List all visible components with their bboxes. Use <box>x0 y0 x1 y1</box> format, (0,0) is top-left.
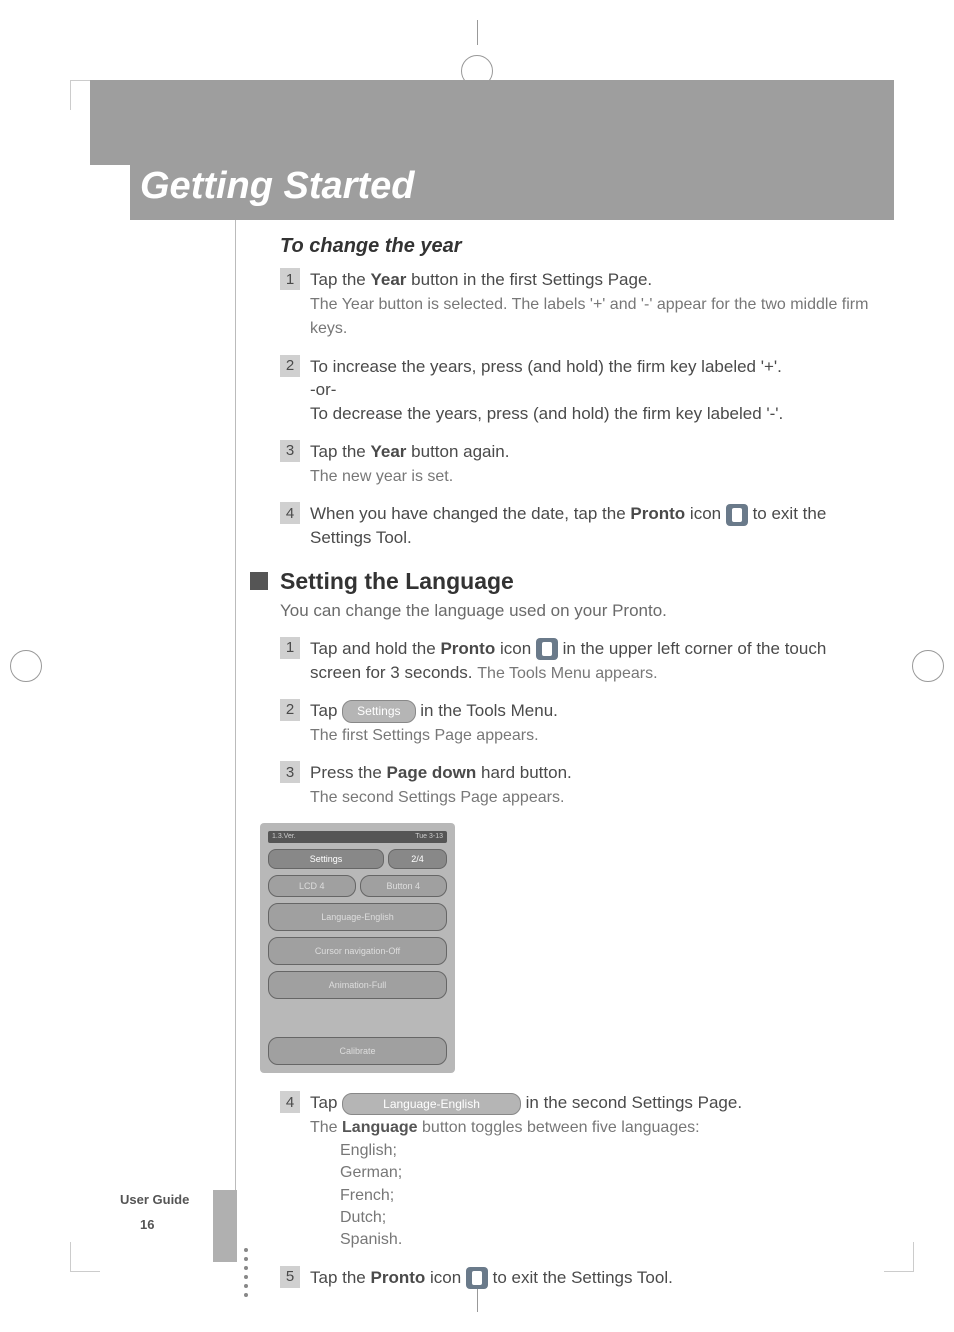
subheading-change-year: To change the year <box>280 235 874 258</box>
section-title: Setting the Language <box>280 568 514 595</box>
section-bullet <box>250 572 268 590</box>
step-body: Press the Page down hard button. The sec… <box>310 761 874 809</box>
step-4: 4 When you have changed the date, tap th… <box>280 502 874 550</box>
ss-btn-calibrate: Calibrate <box>268 1037 447 1065</box>
content-area: To change the year 1 Tap the Year button… <box>280 235 874 1303</box>
ss-tabs: Settings 2/4 <box>268 849 447 869</box>
language-button-inline: Language-English <box>342 1093 521 1116</box>
footer-band <box>213 1190 237 1262</box>
step-sub: The Year button is selected. The labels … <box>310 296 868 337</box>
settings-button-inline: Settings <box>342 700 415 723</box>
step-number: 1 <box>280 637 300 659</box>
step-number: 3 <box>280 761 300 783</box>
lang-step-4: 4 Tap Language-English in the second Set… <box>280 1091 874 1251</box>
header-band <box>90 80 894 165</box>
step-number: 5 <box>280 1266 300 1288</box>
crop-mark-top <box>447 20 507 80</box>
vertical-rule <box>235 220 236 1262</box>
crop-mark-left <box>0 636 60 696</box>
ss-header: 1.3.Ver. Tue 3-13 <box>268 831 447 843</box>
step-body: Tap and hold the Pronto icon in the uppe… <box>310 637 874 685</box>
pronto-icon <box>466 1267 488 1289</box>
crop-mark-right <box>894 636 954 696</box>
step-number: 1 <box>280 268 300 290</box>
step-sub: The Language button toggles between five… <box>310 1119 700 1136</box>
ss-tab-page: 2/4 <box>388 849 447 869</box>
step-number: 4 <box>280 502 300 524</box>
step-2: 2 To increase the years, press (and hold… <box>280 355 874 426</box>
lang-step-2: 2 Tap Settings in the Tools Menu. The fi… <box>280 699 874 747</box>
ss-btn-language: Language-English <box>268 903 447 931</box>
step-body: To increase the years, press (and hold) … <box>310 355 874 426</box>
ss-tab-settings: Settings <box>268 849 384 869</box>
settings-screenshot: 1.3.Ver. Tue 3-13 Settings 2/4 LCD 4 But… <box>260 823 455 1073</box>
lang-step-1: 1 Tap and hold the Pronto icon in the up… <box>280 637 874 685</box>
step-sub: The new year is set. <box>310 468 453 485</box>
corner-mark <box>70 1242 100 1272</box>
corner-mark <box>884 1242 914 1272</box>
step-body: When you have changed the date, tap the … <box>310 502 874 550</box>
chapter-title: Getting Started <box>130 155 894 220</box>
step-body: Tap Language-English in the second Setti… <box>310 1091 874 1251</box>
step-number: 4 <box>280 1091 300 1113</box>
step-sub: The first Settings Page appears. <box>310 727 539 744</box>
section-intro: You can change the language used on your… <box>280 601 874 621</box>
ss-btn-button: Button 4 <box>360 875 448 897</box>
step-sub: The second Settings Page appears. <box>310 789 564 806</box>
ss-btn-cursor: Cursor navigation-Off <box>268 937 447 965</box>
step-body: Tap Settings in the Tools Menu. The firs… <box>310 699 874 747</box>
pronto-icon <box>726 504 748 526</box>
footer-dots <box>244 1248 248 1297</box>
step-number: 2 <box>280 699 300 721</box>
ss-btn-animation: Animation-Full <box>268 971 447 999</box>
footer-label: User Guide <box>120 1192 189 1207</box>
section-heading: Setting the Language <box>250 568 874 595</box>
step-number: 3 <box>280 440 300 462</box>
language-list: English; German; French; Dutch; Spanish. <box>340 1140 874 1252</box>
step-3: 3 Tap the Year button again. The new yea… <box>280 440 874 488</box>
step-body: Tap the Pronto icon to exit the Settings… <box>310 1266 874 1290</box>
lang-step-5: 5 Tap the Pronto icon to exit the Settin… <box>280 1266 874 1290</box>
page-number: 16 <box>140 1217 154 1232</box>
pronto-icon <box>536 638 558 660</box>
step-number: 2 <box>280 355 300 377</box>
lang-step-3: 3 Press the Page down hard button. The s… <box>280 761 874 809</box>
step-body: Tap the Year button again. The new year … <box>310 440 874 488</box>
ss-btn-lcd: LCD 4 <box>268 875 356 897</box>
step-1: 1 Tap the Year button in the first Setti… <box>280 268 874 341</box>
ss-row-lcd: LCD 4 Button 4 <box>268 875 447 897</box>
step-body: Tap the Year button in the first Setting… <box>310 268 874 341</box>
